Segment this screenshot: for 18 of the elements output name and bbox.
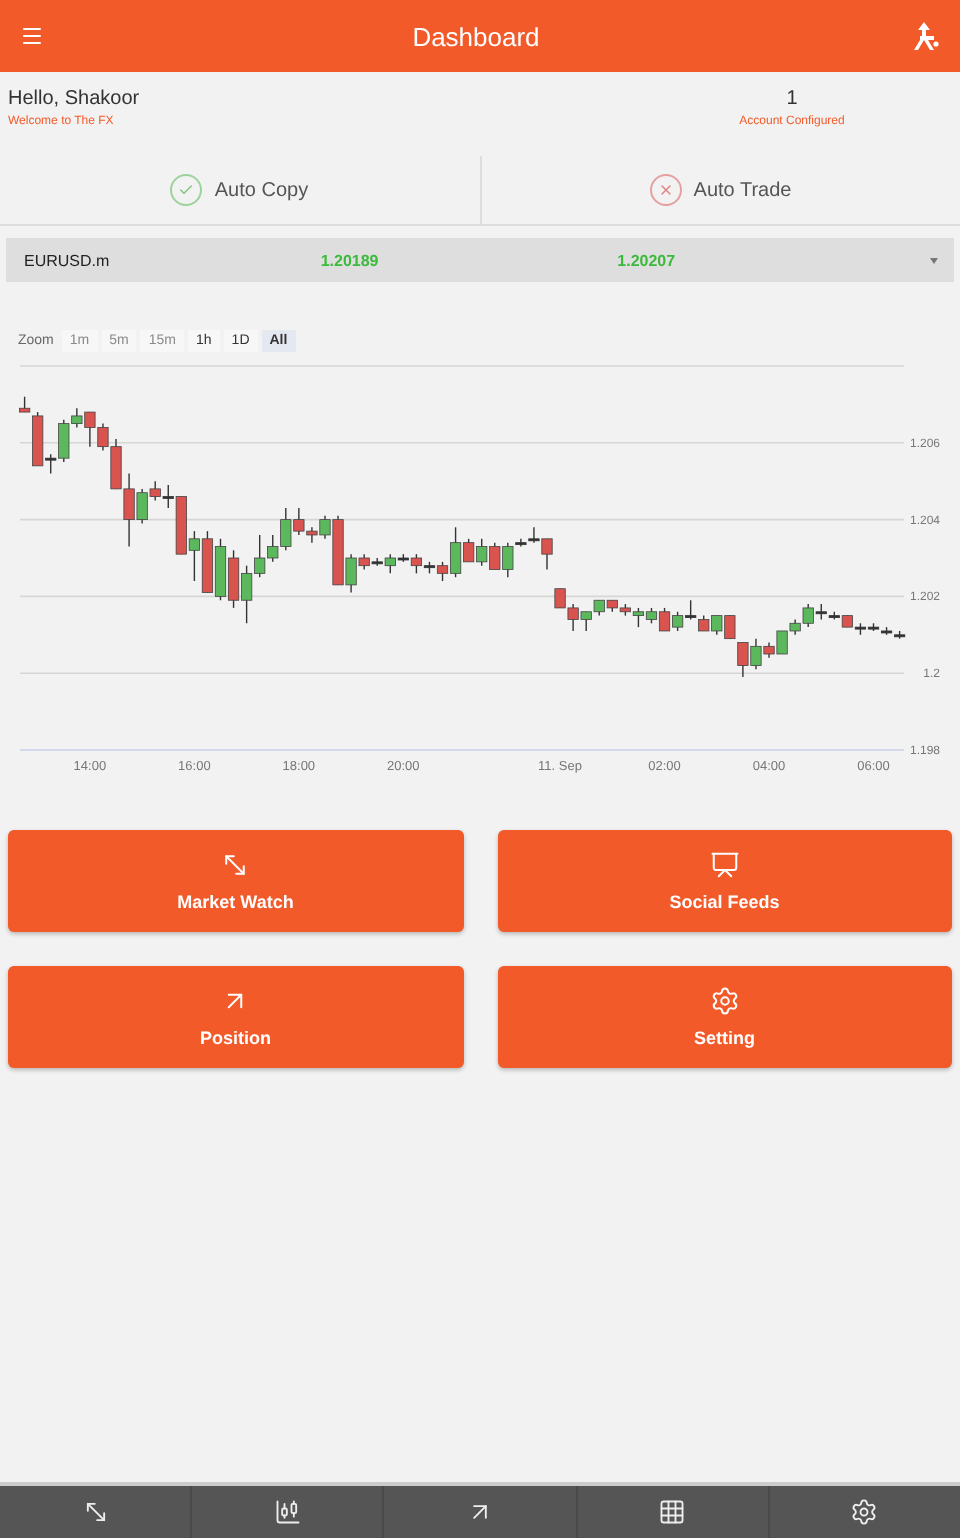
greeting: Hello, Shakoor <box>8 88 140 110</box>
candlestick-icon <box>273 1498 302 1526</box>
symbol-dropdown[interactable]: EURUSD.m 1.20189 1.20207 <box>6 238 954 282</box>
account-count: 1 <box>786 88 798 110</box>
settings-icon <box>850 1498 879 1526</box>
diagonal-arrows-icon <box>81 1498 110 1526</box>
menu-tile[interactable]: Market Watch <box>8 830 463 932</box>
menu-icon <box>20 24 44 48</box>
toggle-button[interactable]: Auto Trade <box>479 156 960 224</box>
toggle-button[interactable]: Auto Copy <box>0 156 479 224</box>
grid-icon <box>658 1498 687 1526</box>
menu-tile[interactable]: Social Feeds <box>497 830 952 932</box>
settings-icon <box>709 986 740 1016</box>
page-title: Dashboard <box>412 21 540 51</box>
menu-tile[interactable]: Setting <box>497 966 952 1068</box>
menu-tile[interactable]: Position <box>8 966 463 1068</box>
diagonal-arrows-icon <box>220 850 251 880</box>
presentation-screen-icon <box>709 850 740 880</box>
